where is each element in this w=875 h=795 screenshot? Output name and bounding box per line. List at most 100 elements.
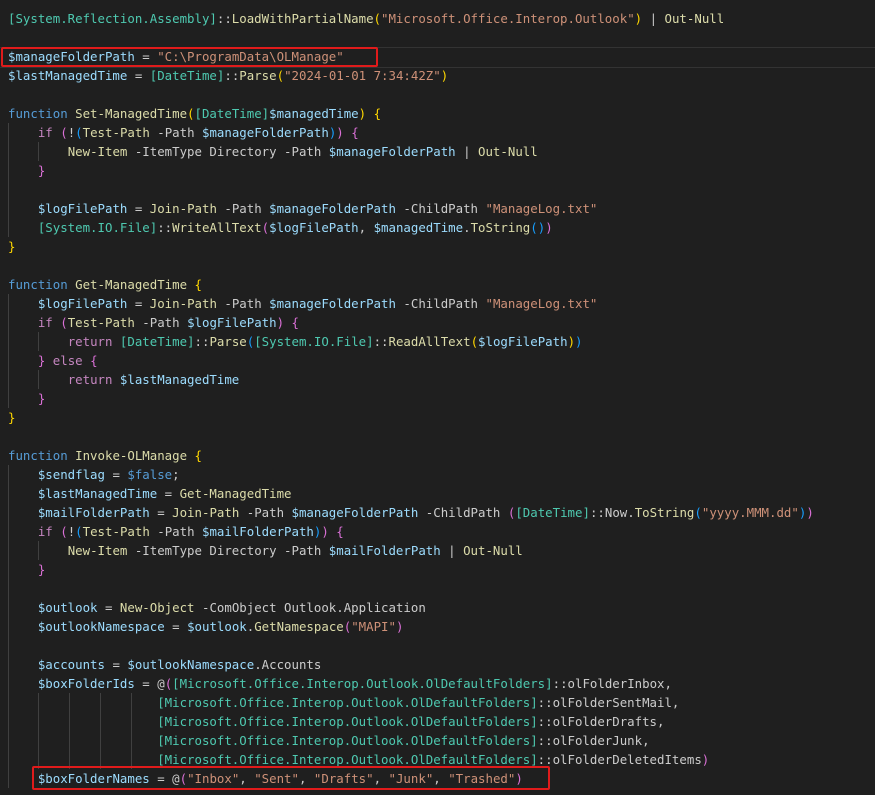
code-token: [DateTime]: [194, 106, 270, 121]
code-token: Get-ManagedTime: [75, 277, 188, 292]
code-token: Test-Path: [67, 315, 135, 330]
code-line: if (Test-Path -Path $logFilePath) {: [8, 313, 299, 332]
code-token: $sendflag: [37, 467, 105, 482]
code-token: -ItemType Directory -Path: [127, 144, 329, 159]
code-line: [System.Reflection.Assembly]::LoadWithPa…: [8, 9, 724, 28]
code-line: $lastManagedTime = Get-ManagedTime: [8, 484, 292, 503]
code-token: |: [642, 11, 665, 26]
code-token: $outlookNamespace: [127, 657, 255, 672]
code-token: if: [37, 125, 61, 140]
code-token: [DateTime]: [119, 334, 195, 349]
code-token: $lastManagedTime: [119, 372, 240, 387]
code-token: [System.IO.File]: [254, 334, 374, 349]
code-token: ::: [589, 505, 605, 520]
code-token: Out-Null: [463, 543, 523, 558]
code-token: (: [261, 220, 270, 235]
code-token: if: [37, 524, 61, 539]
code-token: }: [37, 163, 46, 178]
code-token: -ChildPath: [418, 505, 508, 520]
code-token: ): [567, 334, 576, 349]
code-token: $managedTime: [269, 106, 359, 121]
code-token: ToString: [470, 220, 531, 235]
code-token: ;: [172, 467, 180, 482]
code-token: {: [328, 524, 344, 539]
code-token: return: [67, 372, 120, 387]
code-token: [System.Reflection.Assembly]: [8, 11, 217, 26]
code-line: }: [8, 560, 45, 579]
code-line: New-Item -ItemType Directory -Path $mana…: [8, 142, 538, 161]
code-token: $mailFolderPath: [328, 543, 441, 558]
code-token: =: [127, 68, 150, 83]
code-editor[interactable]: [System.Reflection.Assembly]::LoadWithPa…: [0, 0, 875, 795]
code-token: ::: [537, 752, 553, 767]
code-token: -Path: [134, 315, 188, 330]
code-line: $mailFolderPath = Join-Path -Path $manag…: [8, 503, 814, 522]
code-token: "ManageLog.txt": [485, 296, 598, 311]
code-token: Get-ManagedTime: [179, 486, 292, 501]
code-token: ): [358, 106, 367, 121]
code-token: ): [321, 524, 329, 539]
code-token: $false: [127, 467, 173, 482]
code-token: Out-Null: [664, 11, 725, 26]
code-token: ): [276, 315, 285, 330]
code-token: Test-Path: [82, 125, 150, 140]
code-token: $logFilePath: [37, 296, 128, 311]
code-token: olFolderDrafts,: [552, 714, 665, 729]
code-token: Parse: [209, 334, 247, 349]
code-token: ::: [194, 334, 210, 349]
code-token: Out-Null: [478, 144, 538, 159]
code-token: {: [187, 448, 202, 463]
code-token: if: [37, 315, 61, 330]
code-line: }: [8, 237, 15, 256]
code-line: }: [8, 161, 45, 180]
code-line: New-Item -ItemType Directory -Path $mail…: [8, 541, 523, 560]
code-token: [DateTime]: [149, 68, 225, 83]
code-token: -ChildPath: [395, 201, 486, 216]
highlight-box-box-folder-names: [32, 766, 550, 790]
code-token: [DateTime]: [515, 505, 590, 520]
code-token: ::: [373, 334, 389, 349]
code-token: "2024-01-01 7:34:42Z": [284, 68, 441, 83]
code-token: (: [530, 220, 538, 235]
code-token: olFolderDeletedItems: [552, 752, 702, 767]
code-line: [Microsoft.Office.Interop.Outlook.OlDefa…: [8, 712, 664, 731]
code-line: [Microsoft.Office.Interop.Outlook.OlDefa…: [8, 693, 679, 712]
code-token: "yyyy.MMM.dd": [701, 505, 799, 520]
code-token: else: [45, 353, 91, 368]
code-token: $mailFolderPath: [202, 524, 314, 539]
code-token: -ComObject Outlook.Application: [194, 600, 426, 615]
code-token: -ItemType Directory -Path: [127, 543, 329, 558]
code-token: ::: [537, 714, 553, 729]
code-token: -Path: [149, 125, 202, 140]
code-token: New-Item: [67, 144, 128, 159]
code-token: $logFilePath: [478, 334, 568, 349]
code-token: Set-ManagedTime: [75, 106, 188, 121]
code-token: =: [157, 486, 180, 501]
code-token: }: [37, 562, 46, 577]
code-token: $outlook: [37, 600, 98, 615]
code-line: $outlook = New-Object -ComObject Outlook…: [8, 598, 426, 617]
code-token: ::: [157, 220, 173, 235]
code-token: ): [545, 220, 553, 235]
code-token: }: [37, 391, 46, 406]
code-token: $managedTime: [373, 220, 464, 235]
code-token: $accounts: [37, 657, 105, 672]
code-line: return [DateTime]::Parse ([System.IO.File…: [8, 332, 583, 351]
code-token: (: [470, 334, 479, 349]
code-token: $outlookNamespace: [37, 619, 165, 634]
code-line: $logFilePath = Join-Path -Path $manageFo…: [8, 294, 598, 313]
code-line: if (!(Test-Path -Path $mailFolderPath)) …: [8, 522, 344, 541]
code-token: |: [440, 543, 464, 558]
code-line: if (!(Test-Path -Path $manageFolderPath)…: [8, 123, 359, 142]
code-token: =: [149, 505, 173, 520]
code-token: (: [60, 315, 68, 330]
code-line: } else {: [8, 351, 98, 370]
